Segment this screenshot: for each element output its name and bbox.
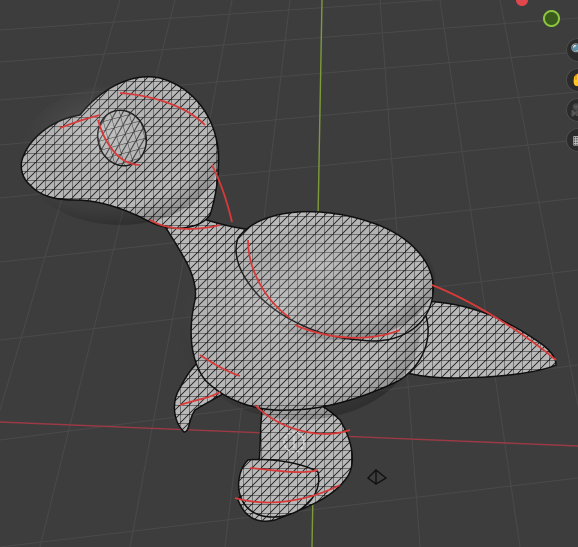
camera-marker-icon[interactable] [366, 469, 388, 485]
scene-canvas[interactable] [0, 0, 578, 547]
x-axis-gizmo-dot[interactable] [516, 0, 528, 6]
y-axis-gizmo-dot[interactable] [543, 10, 560, 27]
3d-viewport[interactable]: 🔍 ✋ 🎥 ▦ [0, 0, 578, 547]
axis-gizmo[interactable] [500, 0, 578, 32]
